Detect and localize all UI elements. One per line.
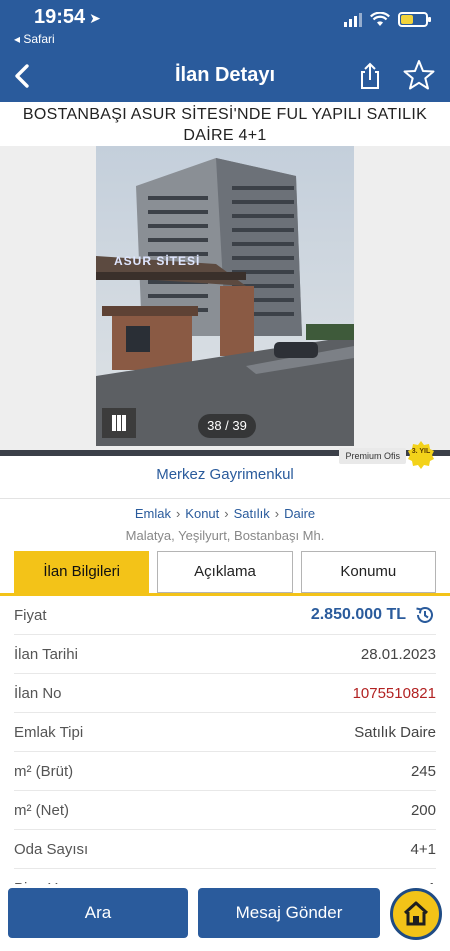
gate-sign-text: ASUR SİTESİ: [114, 254, 201, 268]
signal-icon: [344, 12, 362, 27]
details-list: Fiyat 2.850.000 TL İlan Tarihi 28.01.202…: [0, 596, 450, 908]
share-icon[interactable]: [354, 60, 386, 92]
breadcrumb-konut[interactable]: Konut: [185, 506, 219, 521]
status-icons: [344, 12, 431, 27]
date-value: 28.01.2023: [360, 645, 436, 663]
status-time: 19:54 ➤: [34, 6, 101, 29]
detail-row-date: İlan Tarihi 28.01.2023: [14, 635, 436, 674]
agency-name[interactable]: Merkez Gayrimenkul: [0, 466, 450, 483]
breadcrumb-separator: ›: [224, 506, 229, 521]
detail-row-ilan-no: İlan No 1075510821: [14, 674, 436, 713]
breadcrumb-daire[interactable]: Daire: [284, 506, 315, 521]
premium-badge: Premium Ofis: [339, 448, 406, 464]
listing-title: BOSTANBAŞI ASUR SİTESİ'NDE FUL YAPILI SA…: [22, 106, 428, 144]
tab-aciklama[interactable]: Açıklama: [157, 551, 293, 593]
tab-ilan-bilgileri[interactable]: İlan Bilgileri: [14, 551, 150, 593]
location-arrow-icon: ➤: [89, 10, 101, 26]
detail-row-type: Emlak Tipi Satılık Daire: [14, 713, 436, 752]
divider: [0, 498, 450, 499]
type-label: Emlak Tipi: [14, 723, 84, 741]
ilan-no-label: İlan No: [14, 684, 62, 702]
tab-konumu[interactable]: Konumu: [300, 551, 436, 593]
detail-row-net: m² (Net) 200: [14, 791, 436, 830]
agency-logo: [102, 408, 136, 438]
back-to-safari[interactable]: ◂ Safari: [14, 32, 55, 46]
breadcrumb-separator: ›: [175, 506, 181, 521]
price-value-wrap: 2.850.000 TL: [311, 604, 436, 626]
breadcrumb-separator: ›: [274, 506, 280, 521]
rooms-label: Oda Sayısı: [14, 840, 89, 858]
search-button[interactable]: Ara: [8, 888, 188, 938]
battery-icon: [398, 12, 431, 27]
gross-label: m² (Brüt): [14, 762, 74, 780]
price-history-icon[interactable]: [414, 604, 436, 626]
net-value: 200: [410, 801, 436, 819]
breadcrumb-satilik[interactable]: Satılık: [234, 506, 270, 521]
photo-gallery[interactable]: ASUR SİTESİ 38 / 39: [0, 146, 450, 450]
price-label: Fiyat: [14, 606, 47, 624]
type-value: Satılık Daire: [354, 723, 436, 741]
home-icon[interactable]: [390, 888, 442, 940]
listing-photo[interactable]: ASUR SİTESİ: [96, 146, 354, 446]
breadcrumb: Emlak › Konut › Satılık › Daire: [0, 506, 450, 521]
detail-row-price: Fiyat 2.850.000 TL: [14, 596, 436, 635]
ilan-no-value: 1075510821: [352, 684, 436, 702]
price-value: 2.850.000 TL: [310, 606, 406, 623]
rooms-value: 4+1: [410, 840, 436, 858]
date-label: İlan Tarihi: [14, 645, 78, 663]
detail-tabs: İlan Bilgileri Açıklama Konumu: [14, 551, 436, 593]
nav-bar: İlan Detayı: [0, 50, 450, 102]
wifi-icon: [370, 12, 390, 26]
detail-row-gross: m² (Brüt) 245: [14, 752, 436, 791]
net-label: m² (Net): [14, 801, 69, 819]
send-message-button[interactable]: Mesaj Gönder: [198, 888, 380, 938]
photo-counter: 38 / 39: [198, 414, 256, 438]
year-badge-text: 3. YIL: [411, 448, 431, 455]
detail-row-rooms: Oda Sayısı 4+1: [14, 830, 436, 869]
bottom-bar: Ara Mesaj Gönder: [0, 884, 450, 951]
status-bar: 19:54 ➤ ◂ Safari: [0, 0, 450, 50]
gross-value: 245: [410, 762, 436, 780]
breadcrumb-emlak[interactable]: Emlak: [135, 506, 171, 521]
status-time-text: 19:54: [34, 6, 86, 28]
location-text: Malatya, Yeşilyurt, Bostanbaşı Mh.: [125, 528, 325, 543]
star-icon[interactable]: [402, 58, 436, 92]
